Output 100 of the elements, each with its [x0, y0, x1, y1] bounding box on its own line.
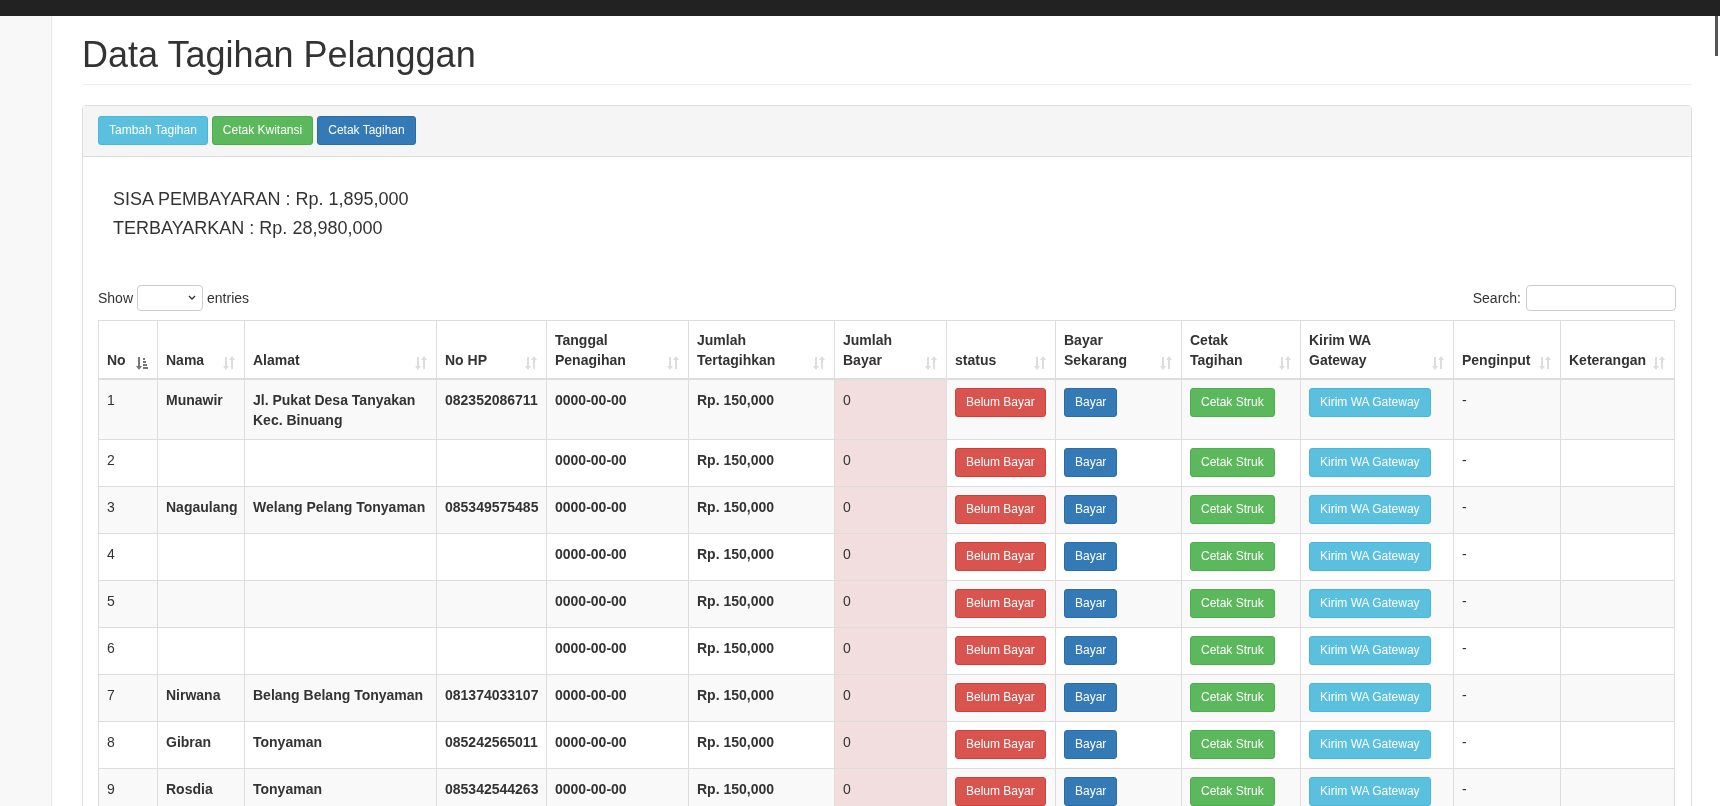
inputter-cell-text: - — [1462, 592, 1467, 611]
inputter-cell-text: - — [1462, 498, 1467, 517]
whatsapp-button[interactable]: Kirim WA Gateway — [1309, 448, 1431, 477]
entries-select[interactable] — [137, 285, 204, 311]
whatsapp-button[interactable]: Kirim WA Gateway — [1309, 683, 1431, 712]
name-cell-text: Rosdia — [166, 780, 213, 799]
amount-cell-text: Rp. 150,000 — [697, 686, 775, 705]
address-cell-text: Belang Belang Tonyaman — [253, 686, 424, 705]
print-button[interactable]: Cetak Struk — [1190, 448, 1275, 477]
print-button[interactable]: Cetak Struk — [1190, 495, 1275, 524]
phone-cell-text: 081374033107 — [445, 686, 539, 705]
inputter-cell-text: - — [1462, 639, 1467, 658]
whatsapp-button[interactable]: Kirim WA Gateway — [1309, 542, 1431, 571]
sort-icon[interactable] — [135, 356, 149, 370]
search-label: Search: — [1472, 290, 1521, 306]
name-cell-text: Nirwana — [166, 686, 221, 705]
address-cell-text: Tonyaman — [253, 780, 322, 799]
inputter-cell-text: - — [1462, 391, 1467, 410]
address-cell-text: Welang Pelang Tonyaman — [253, 498, 426, 517]
whatsapp-button[interactable]: Kirim WA Gateway — [1309, 777, 1431, 806]
paid-cell-text: 0 — [843, 545, 851, 564]
status-button[interactable]: Belum Bayar — [955, 730, 1046, 759]
summary-text: SISA PEMBAYARAN : Rp. 1,895,000 — [113, 189, 409, 210]
amount-cell-text: Rp. 150,000 — [697, 545, 775, 564]
print-button[interactable]: Cetak Struk — [1190, 542, 1275, 571]
amount-cell-text: Rp. 150,000 — [697, 780, 775, 799]
print-button[interactable]: Cetak Struk — [1190, 777, 1275, 806]
name-cell-text: Gibran — [166, 733, 212, 752]
amount-cell-text: Rp. 150,000 — [697, 498, 775, 517]
print-button[interactable]: Cetak Struk — [1190, 388, 1275, 417]
search-field[interactable] — [1526, 285, 1676, 311]
pay-button[interactable]: Bayar — [1064, 388, 1118, 417]
show-label: Show — [98, 290, 134, 306]
pay-button[interactable]: Bayar — [1064, 589, 1118, 618]
address-cell-text: Jl. Pukat Desa Tanyakan Kec. Binuang — [253, 391, 417, 430]
whatsapp-button[interactable]: Kirim WA Gateway — [1309, 589, 1431, 618]
pay-button[interactable]: Bayar — [1064, 542, 1118, 571]
inputter-cell-text: - — [1462, 545, 1467, 564]
inputter-cell-text: - — [1462, 733, 1467, 752]
date-cell-text: 0000-00-00 — [555, 780, 627, 799]
date-cell-text: 0000-00-00 — [555, 592, 627, 611]
date-cell-text: 0000-00-00 — [555, 686, 627, 705]
print-button[interactable]: Cetak Struk — [1190, 636, 1275, 665]
date-cell-text: 0000-00-00 — [555, 391, 627, 410]
amount-cell-text: Rp. 150,000 — [697, 592, 775, 611]
print-button[interactable]: Cetak Struk — [1190, 730, 1275, 759]
pay-button[interactable]: Bayar — [1064, 777, 1118, 806]
pay-button[interactable]: Bayar — [1064, 636, 1118, 665]
toolbar-button[interactable]: Cetak Tagihan — [317, 116, 416, 145]
paid-cell-text: 0 — [843, 451, 851, 470]
pay-button[interactable]: Bayar — [1064, 683, 1118, 712]
inputter-cell-text: - — [1462, 780, 1467, 799]
paid-cell-text: 0 — [843, 498, 851, 517]
scrollbar[interactable] — [1715, 16, 1718, 56]
summary-text: TERBAYARKAN : Rp. 28,980,000 — [113, 218, 383, 239]
print-button[interactable]: Cetak Struk — [1190, 683, 1275, 712]
whatsapp-button[interactable]: Kirim WA Gateway — [1309, 730, 1431, 759]
amount-cell-text: Rp. 150,000 — [697, 733, 775, 752]
status-button[interactable]: Belum Bayar — [955, 448, 1046, 477]
paid-cell-text: 0 — [843, 686, 851, 705]
row-number: 7 — [107, 686, 115, 705]
status-button[interactable]: Belum Bayar — [955, 495, 1046, 524]
pay-button[interactable]: Bayar — [1064, 448, 1118, 477]
amount-cell-text: Rp. 150,000 — [697, 451, 775, 470]
paid-cell-text: 0 — [843, 391, 851, 410]
pay-button[interactable]: Bayar — [1064, 495, 1118, 524]
row-number: 6 — [107, 639, 115, 658]
paid-cell-text: 0 — [843, 780, 851, 799]
status-button[interactable]: Belum Bayar — [955, 388, 1046, 417]
row-number: 8 — [107, 733, 115, 752]
whatsapp-button[interactable]: Kirim WA Gateway — [1309, 636, 1431, 665]
whatsapp-button[interactable]: Kirim WA Gateway — [1309, 495, 1431, 524]
address-cell-text: Tonyaman — [253, 733, 322, 752]
phone-cell-text: 085242565011 — [445, 733, 538, 752]
phone-cell-text: 085342544263 — [445, 780, 539, 799]
pay-button[interactable]: Bayar — [1064, 730, 1118, 759]
status-button[interactable]: Belum Bayar — [955, 589, 1046, 618]
toolbar-button[interactable]: Cetak Kwitansi — [211, 116, 314, 145]
date-cell-text: 0000-00-00 — [555, 451, 627, 470]
date-cell-text: 0000-00-00 — [555, 545, 627, 564]
phone-cell-text: 085349575485 — [445, 498, 539, 517]
row-number: 9 — [107, 780, 115, 799]
amount-cell-text: Rp. 150,000 — [697, 639, 775, 658]
row-number: 5 — [107, 592, 115, 611]
paid-cell-text: 0 — [843, 733, 851, 752]
row-number: 1 — [107, 391, 115, 410]
chevron-icon — [188, 295, 197, 301]
row-number: 4 — [107, 545, 115, 564]
print-button[interactable]: Cetak Struk — [1190, 589, 1275, 618]
status-button[interactable]: Belum Bayar — [955, 683, 1046, 712]
toolbar-button[interactable]: Tambah Tagihan — [98, 116, 208, 145]
status-button[interactable]: Belum Bayar — [955, 542, 1046, 571]
phone-cell-text: 082352086711 — [445, 391, 538, 410]
paid-cell-text: 0 — [843, 592, 851, 611]
status-button[interactable]: Belum Bayar — [955, 777, 1046, 806]
page-title: Data Tagihan Pelanggan — [82, 34, 476, 77]
date-cell-text: 0000-00-00 — [555, 498, 627, 517]
paid-cell-text: 0 — [843, 639, 851, 658]
whatsapp-button[interactable]: Kirim WA Gateway — [1309, 388, 1431, 417]
status-button[interactable]: Belum Bayar — [955, 636, 1046, 665]
